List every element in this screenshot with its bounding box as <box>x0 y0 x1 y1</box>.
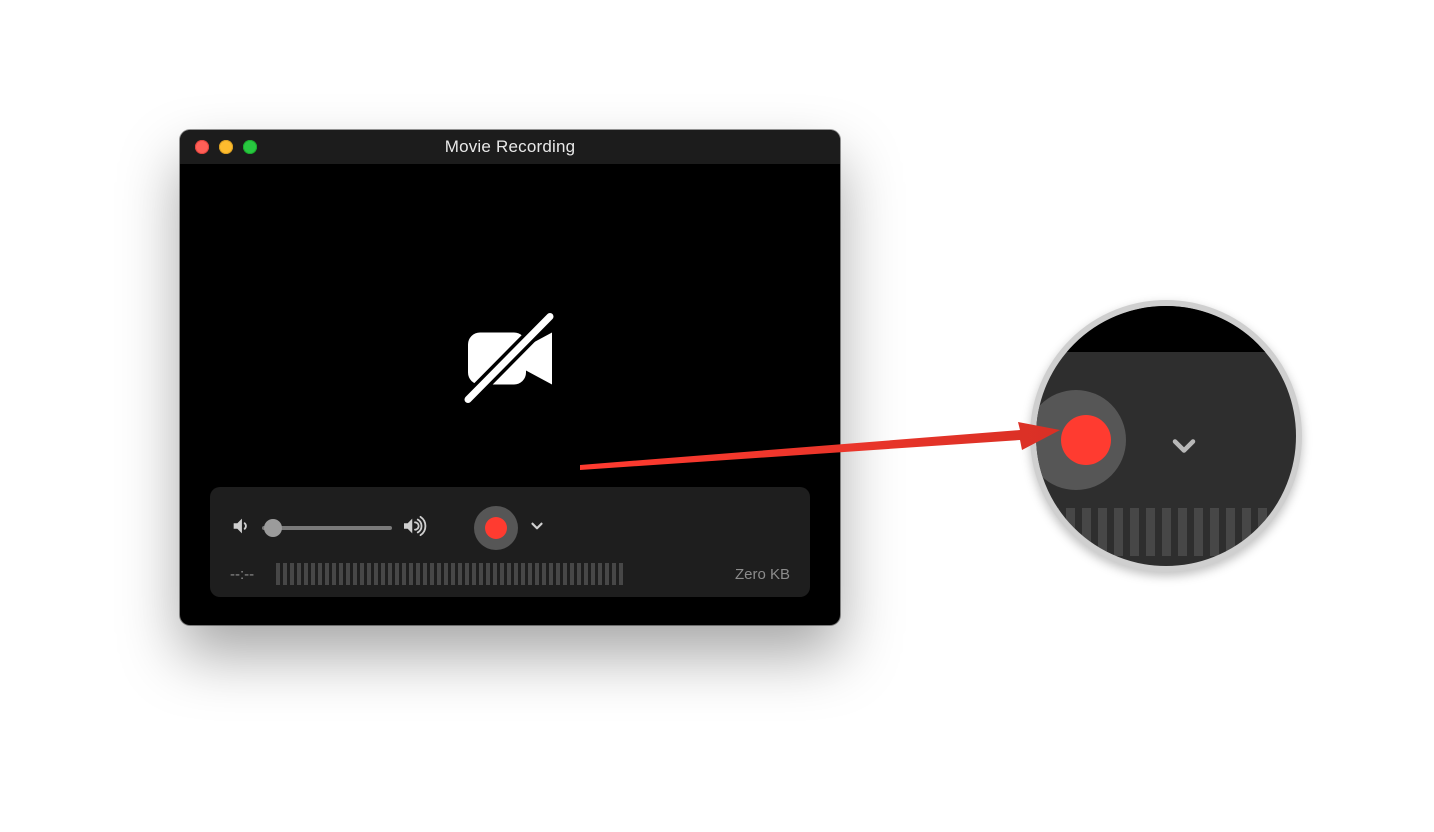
volume-control <box>230 515 428 542</box>
record-options-dropdown[interactable] <box>528 517 546 540</box>
audio-level-meter-zoom <box>1036 502 1296 566</box>
volume-slider[interactable] <box>262 526 392 530</box>
record-dot-icon <box>1061 415 1111 465</box>
elapsed-time-label: --:-- <box>230 566 254 583</box>
recording-controls-panel: --:-- Zero KB <box>210 487 810 597</box>
record-button-zoom <box>1030 390 1126 490</box>
volume-slider-thumb[interactable] <box>264 519 282 537</box>
zoom-callout-bubble <box>1030 300 1302 572</box>
audio-level-meter <box>276 563 713 585</box>
movie-recording-window: Movie Recording <box>180 130 840 625</box>
video-preview-area: --:-- Zero KB <box>180 164 840 625</box>
titlebar: Movie Recording <box>180 130 840 164</box>
record-control-group <box>474 506 546 550</box>
camera-off-icon <box>450 305 570 420</box>
window-title: Movie Recording <box>180 137 840 157</box>
volume-high-icon <box>402 515 428 542</box>
chevron-down-icon <box>1166 428 1202 469</box>
file-size-label: Zero KB <box>735 566 790 583</box>
volume-low-icon <box>230 515 252 542</box>
record-button[interactable] <box>474 506 518 550</box>
record-dot-icon <box>485 517 507 539</box>
